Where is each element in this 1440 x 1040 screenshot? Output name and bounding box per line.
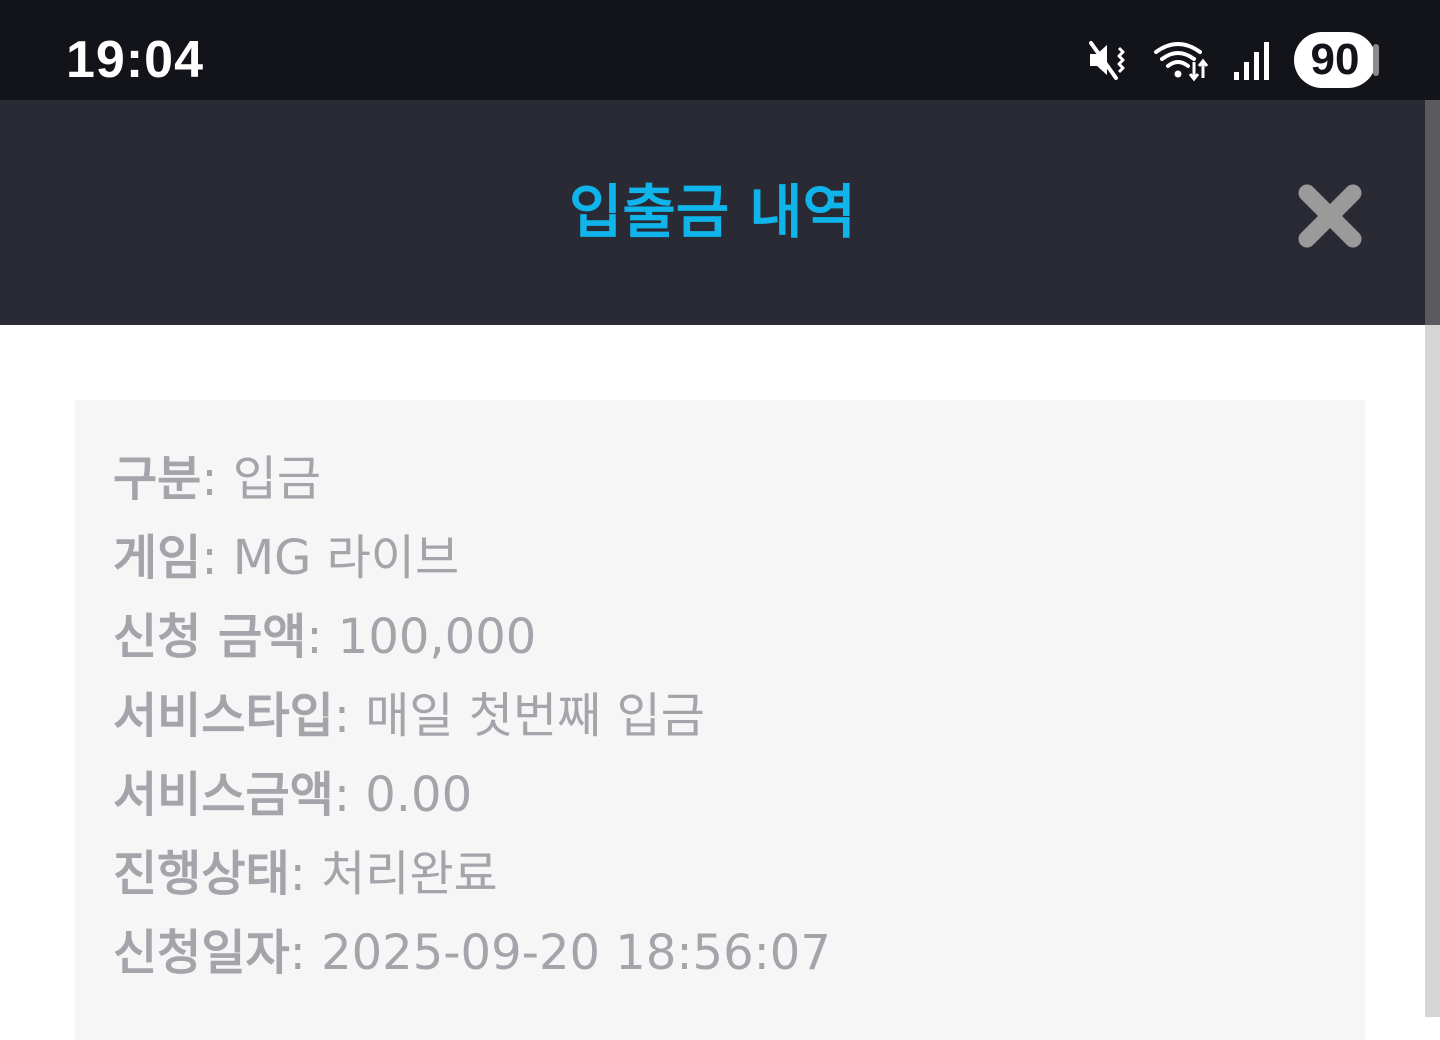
status-icons: 90: [1086, 30, 1379, 90]
signal-icon: [1232, 38, 1272, 82]
detail-value: MG 라이브: [232, 530, 460, 586]
detail-label: 구분: [113, 451, 202, 507]
detail-value: 매일 첫번째 입금: [365, 688, 705, 744]
modal-title: 입출금 내역: [569, 178, 856, 246]
modal-header: 입출금 내역: [0, 100, 1425, 325]
detail-row-service-type: 서비스타입: 매일 첫번째 입금: [113, 677, 831, 756]
battery-level: 90: [1310, 35, 1360, 84]
detail-row-service-amount: 서비스금액: 0.00: [113, 756, 831, 835]
detail-value: 처리완료: [321, 846, 498, 902]
status-time: 19:04: [66, 31, 204, 89]
mute-vibrate-icon: [1086, 38, 1130, 82]
detail-value: 2025-09-20 18:56:07: [321, 925, 831, 981]
close-icon: [1298, 184, 1362, 248]
modal-content: 구분: 입금 게임: MG 라이브 신청 금액: 100,000 서비스타입: …: [0, 325, 1425, 1040]
detail-value: 입금: [232, 451, 322, 507]
detail-separator: :: [289, 846, 306, 902]
detail-label: 서비스타입: [113, 688, 334, 744]
detail-separator: :: [333, 688, 350, 744]
detail-row-game: 게임: MG 라이브: [113, 519, 831, 598]
detail-label: 진행상태: [113, 846, 290, 902]
detail-row-status: 진행상태: 처리완료: [113, 835, 831, 914]
detail-label: 신청일자: [113, 925, 290, 981]
detail-card: 구분: 입금 게임: MG 라이브 신청 금액: 100,000 서비스타입: …: [75, 400, 1365, 1040]
detail-label: 게임: [113, 530, 202, 586]
detail-row-amount: 신청 금액: 100,000: [113, 598, 831, 677]
detail-value: 0.00: [365, 767, 473, 823]
scrollbar-thumb[interactable]: [1425, 100, 1440, 325]
detail-separator: :: [289, 925, 306, 981]
wifi-icon: [1152, 38, 1210, 82]
detail-list: 구분: 입금 게임: MG 라이브 신청 금액: 100,000 서비스타입: …: [113, 440, 831, 993]
detail-row-type: 구분: 입금: [113, 440, 831, 519]
detail-label: 신청 금액: [113, 609, 307, 665]
close-button[interactable]: [1290, 178, 1370, 254]
detail-value: 100,000: [337, 609, 537, 665]
detail-separator: :: [201, 530, 218, 586]
detail-row-request-date: 신청일자: 2025-09-20 18:56:07: [113, 914, 831, 993]
status-bar: 19:04 90: [0, 0, 1440, 100]
battery-icon: 90: [1294, 32, 1379, 88]
detail-separator: :: [201, 451, 218, 507]
detail-separator: :: [333, 767, 350, 823]
detail-separator: :: [306, 609, 323, 665]
detail-label: 서비스금액: [113, 767, 334, 823]
